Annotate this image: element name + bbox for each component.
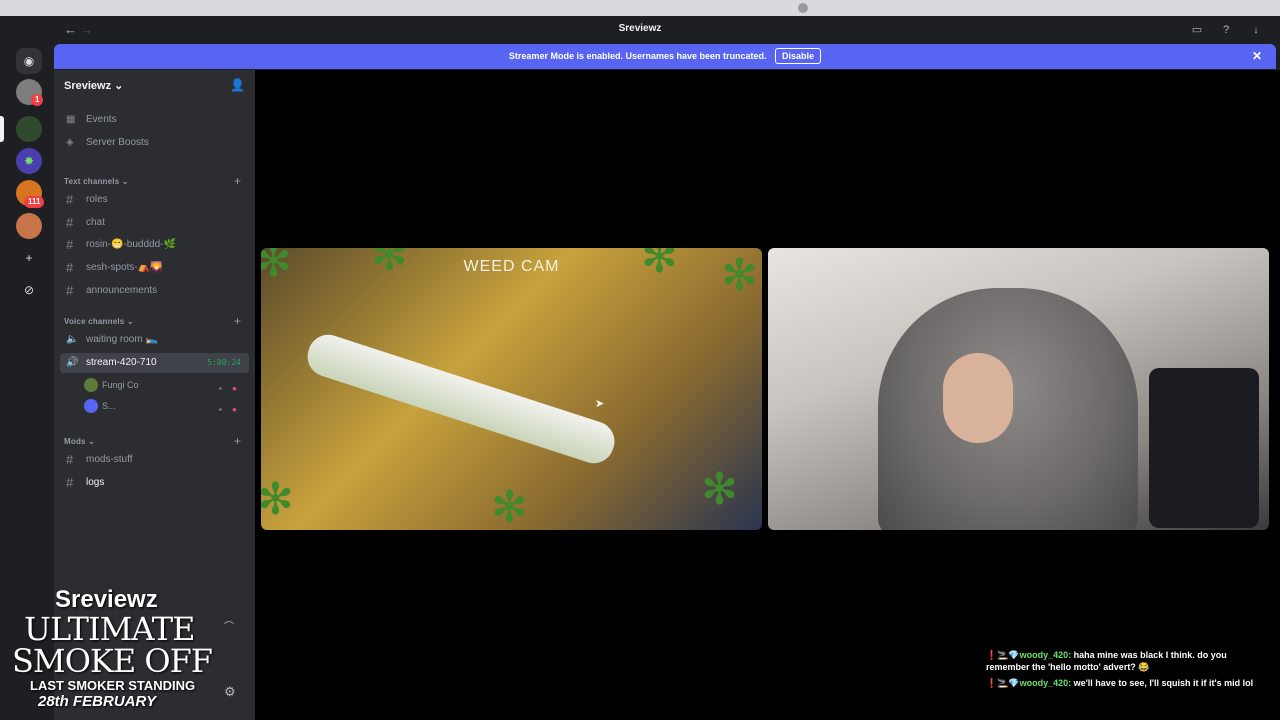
avatar bbox=[84, 378, 98, 392]
add-channel-icon[interactable]: + bbox=[234, 174, 241, 188]
server-boosts-shortcut[interactable]: ◈ Server Boosts bbox=[60, 133, 249, 153]
hash-icon: # bbox=[66, 283, 74, 298]
voice-channel-stream[interactable]: 🔊 stream-420-710 5:00:24 bbox=[60, 353, 249, 373]
stream-overlay-title: WEED CAM bbox=[463, 258, 560, 275]
events-shortcut[interactable]: ▦ Events bbox=[60, 110, 249, 130]
voice-user[interactable]: S... ▪ ● bbox=[82, 396, 248, 416]
disconnect-icon[interactable]: ⌒ bbox=[224, 618, 234, 633]
close-icon[interactable]: ✕ bbox=[1252, 44, 1262, 69]
download-icon[interactable]: ↓ bbox=[1249, 24, 1263, 36]
title-bar: ← → Sreviewz ▭ ? ↓ bbox=[0, 16, 1280, 44]
channel-chat[interactable]: # chat bbox=[60, 213, 249, 233]
hash-icon: # bbox=[66, 237, 74, 252]
help-icon[interactable]: ? bbox=[1219, 24, 1233, 36]
hash-icon: # bbox=[66, 452, 74, 467]
channel-announcements[interactable]: # announcements bbox=[60, 281, 249, 301]
add-server-icon[interactable]: + bbox=[16, 245, 42, 271]
category-mods[interactable]: Mods ⌄ + bbox=[64, 434, 241, 448]
channel-mods-stuff[interactable]: # mods-stuff bbox=[60, 450, 249, 470]
hash-icon: # bbox=[66, 260, 74, 275]
invite-icon[interactable]: 👤 bbox=[230, 78, 245, 92]
banner-message: Streamer Mode is enabled. Usernames have… bbox=[508, 51, 767, 61]
calendar-icon: ▦ bbox=[66, 114, 76, 125]
add-channel-icon[interactable]: + bbox=[234, 434, 241, 448]
disable-button[interactable]: Disable bbox=[775, 48, 822, 64]
server-mention-badge: 1 bbox=[31, 94, 44, 106]
category-text-channels[interactable]: Text channels ⌄ + bbox=[64, 174, 241, 188]
boost-icon: ◈ bbox=[66, 137, 74, 148]
voice-channel-waiting-room[interactable]: 🔈 waiting room 🛌 bbox=[60, 330, 249, 350]
speaker-icon: 🔈 bbox=[66, 334, 79, 345]
voice-user[interactable]: Fungi Co ▪ ● bbox=[82, 375, 248, 395]
camera-icon: ▪ bbox=[219, 405, 222, 414]
joint-image bbox=[302, 329, 620, 469]
chair-image bbox=[1149, 368, 1259, 528]
server-mention-badge: 111 bbox=[24, 196, 45, 208]
chat-message: ❗🚬💎woody_420: we'll have to see, I'll sq… bbox=[986, 678, 1254, 688]
hash-icon: # bbox=[66, 215, 74, 230]
stream-timer: 5:00:24 bbox=[207, 358, 241, 367]
leaf-icon: ✻ bbox=[261, 475, 294, 524]
avatar bbox=[84, 399, 98, 413]
discord-home-icon[interactable]: ◉ bbox=[16, 48, 42, 74]
stream-tile-camera[interactable] bbox=[768, 248, 1269, 530]
channel-logs[interactable]: # logs bbox=[60, 473, 249, 493]
camera-indicator-icon bbox=[798, 3, 808, 13]
server-icon-2[interactable] bbox=[16, 116, 42, 142]
window-title: Sreviewz bbox=[618, 23, 662, 34]
leaf-icon: ✻ bbox=[491, 483, 528, 530]
macos-menu-bar bbox=[0, 0, 1280, 16]
channel-rosin[interactable]: # rosin-😁-budddd-🌿 bbox=[60, 235, 249, 255]
explore-icon[interactable]: ⊘ bbox=[16, 277, 42, 303]
hash-icon: # bbox=[66, 475, 74, 490]
add-channel-icon[interactable]: + bbox=[234, 314, 241, 328]
leaf-icon: ✻ bbox=[701, 465, 738, 514]
channel-roles[interactable]: # roles bbox=[60, 190, 249, 210]
live-icon: ● bbox=[232, 405, 237, 414]
streamer-mode-banner: Streamer Mode is enabled. Usernames have… bbox=[54, 44, 1276, 69]
hash-icon: # bbox=[66, 192, 74, 207]
server-icon-5[interactable] bbox=[16, 213, 42, 239]
category-voice-channels[interactable]: Voice channels ⌄ + bbox=[64, 314, 241, 328]
server-icon-3[interactable]: ✸ bbox=[16, 148, 42, 174]
selected-server-pill bbox=[0, 116, 4, 142]
guild-name: Sreviewz ⌄ bbox=[64, 80, 124, 92]
channel-sesh-spots[interactable]: # sesh-spots-⛺🌄 bbox=[60, 258, 249, 278]
chat-overlay: ❗🚬💎woody_420: haha mine was black I thin… bbox=[986, 649, 1271, 693]
mouse-cursor-icon: ➤ bbox=[595, 398, 605, 410]
face-image bbox=[943, 353, 1013, 443]
guild-header[interactable]: Sreviewz ⌄ 👤 bbox=[54, 70, 255, 100]
chat-message: ❗🚬💎woody_420: haha mine was black I thin… bbox=[986, 650, 1227, 672]
promo-overlay: Sreviewz ULTIMATE SMOKE OFF LAST SMOKER … bbox=[12, 586, 213, 710]
screen-share-icon[interactable]: ▭ bbox=[1190, 24, 1204, 36]
stream-tile-weed-cam[interactable]: ✻ ✻ ✻ ✻ ✻ ✻ ✻ WEED CAM bbox=[261, 248, 762, 530]
settings-icon[interactable]: ⚙ bbox=[224, 684, 236, 700]
speaker-icon: 🔊 bbox=[66, 357, 79, 368]
